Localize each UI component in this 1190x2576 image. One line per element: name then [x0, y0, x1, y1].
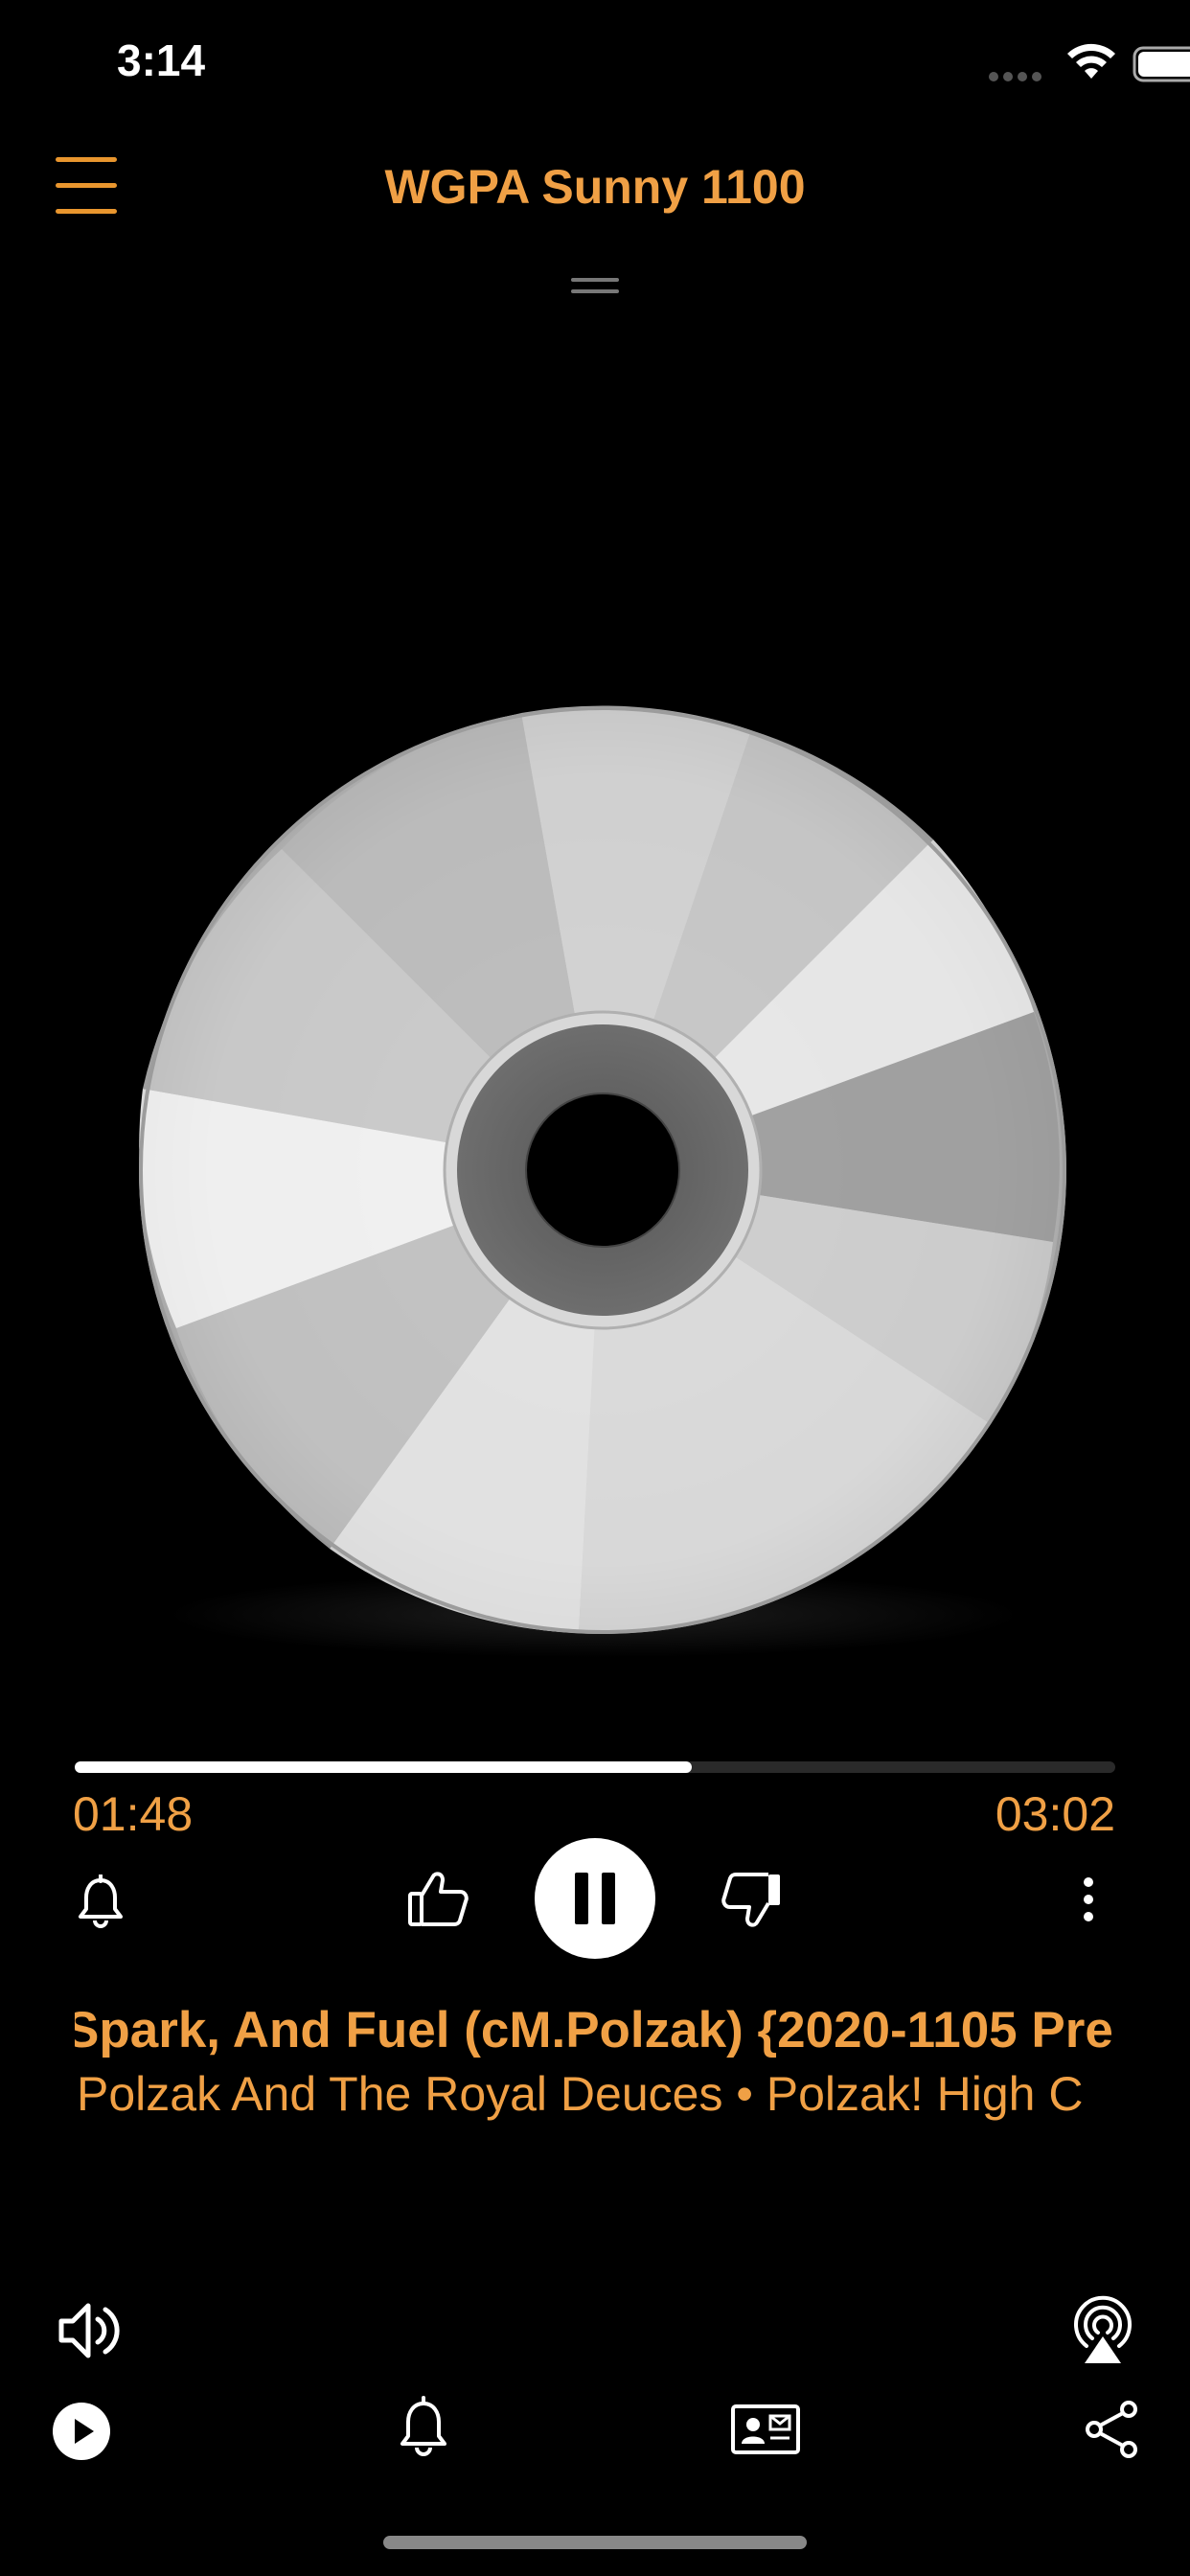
- progress-fill: [75, 1761, 692, 1773]
- status-time: 3:14: [117, 35, 206, 85]
- drag-handle[interactable]: [571, 278, 619, 297]
- airplay-icon[interactable]: [1065, 2294, 1140, 2367]
- pause-icon: [575, 1873, 588, 1924]
- total-time: 03:02: [995, 1787, 1115, 1841]
- track-subtitle-text: Polzak And The Royal Deuces • Polzak! Hi…: [77, 2067, 1084, 2121]
- thumbs-up-icon[interactable]: [406, 1869, 469, 1930]
- cd-artwork: [139, 705, 1066, 1634]
- pause-button[interactable]: [535, 1838, 655, 1959]
- track-title-text: Spark, And Fuel (cM.Polzak) {2020-1105 P…: [75, 2002, 1113, 2058]
- battery-icon: [1133, 46, 1190, 82]
- station-title: WGPA Sunny 1100: [384, 160, 806, 214]
- track-artist-album: Polzak And The Royal Deuces • Polzak! Hi…: [75, 2066, 1115, 2122]
- track-title: Spark, And Fuel (cM.Polzak) {2020-1105 P…: [75, 2001, 1115, 2059]
- volume-icon[interactable]: [56, 2296, 125, 2365]
- home-indicator[interactable]: [383, 2536, 807, 2549]
- wifi-icon: [1067, 43, 1115, 79]
- more-vertical-icon[interactable]: [1079, 1876, 1098, 1922]
- cellular-signal-icon: [989, 69, 1046, 81]
- notifications-bell-icon[interactable]: [399, 2396, 448, 2457]
- share-icon[interactable]: [1083, 2400, 1140, 2459]
- play-icon[interactable]: [52, 2402, 111, 2461]
- thumbs-down-icon[interactable]: [721, 1869, 784, 1930]
- elapsed-time: 01:48: [73, 1787, 194, 1841]
- contact-card-icon[interactable]: [730, 2404, 801, 2455]
- alarm-bell-icon[interactable]: [77, 1874, 125, 1928]
- progress-bar[interactable]: [75, 1761, 1115, 1773]
- now-playing-screen: 3:14 WGPA Sunny 1100 01:48 03:02 Spark, …: [0, 0, 1190, 2576]
